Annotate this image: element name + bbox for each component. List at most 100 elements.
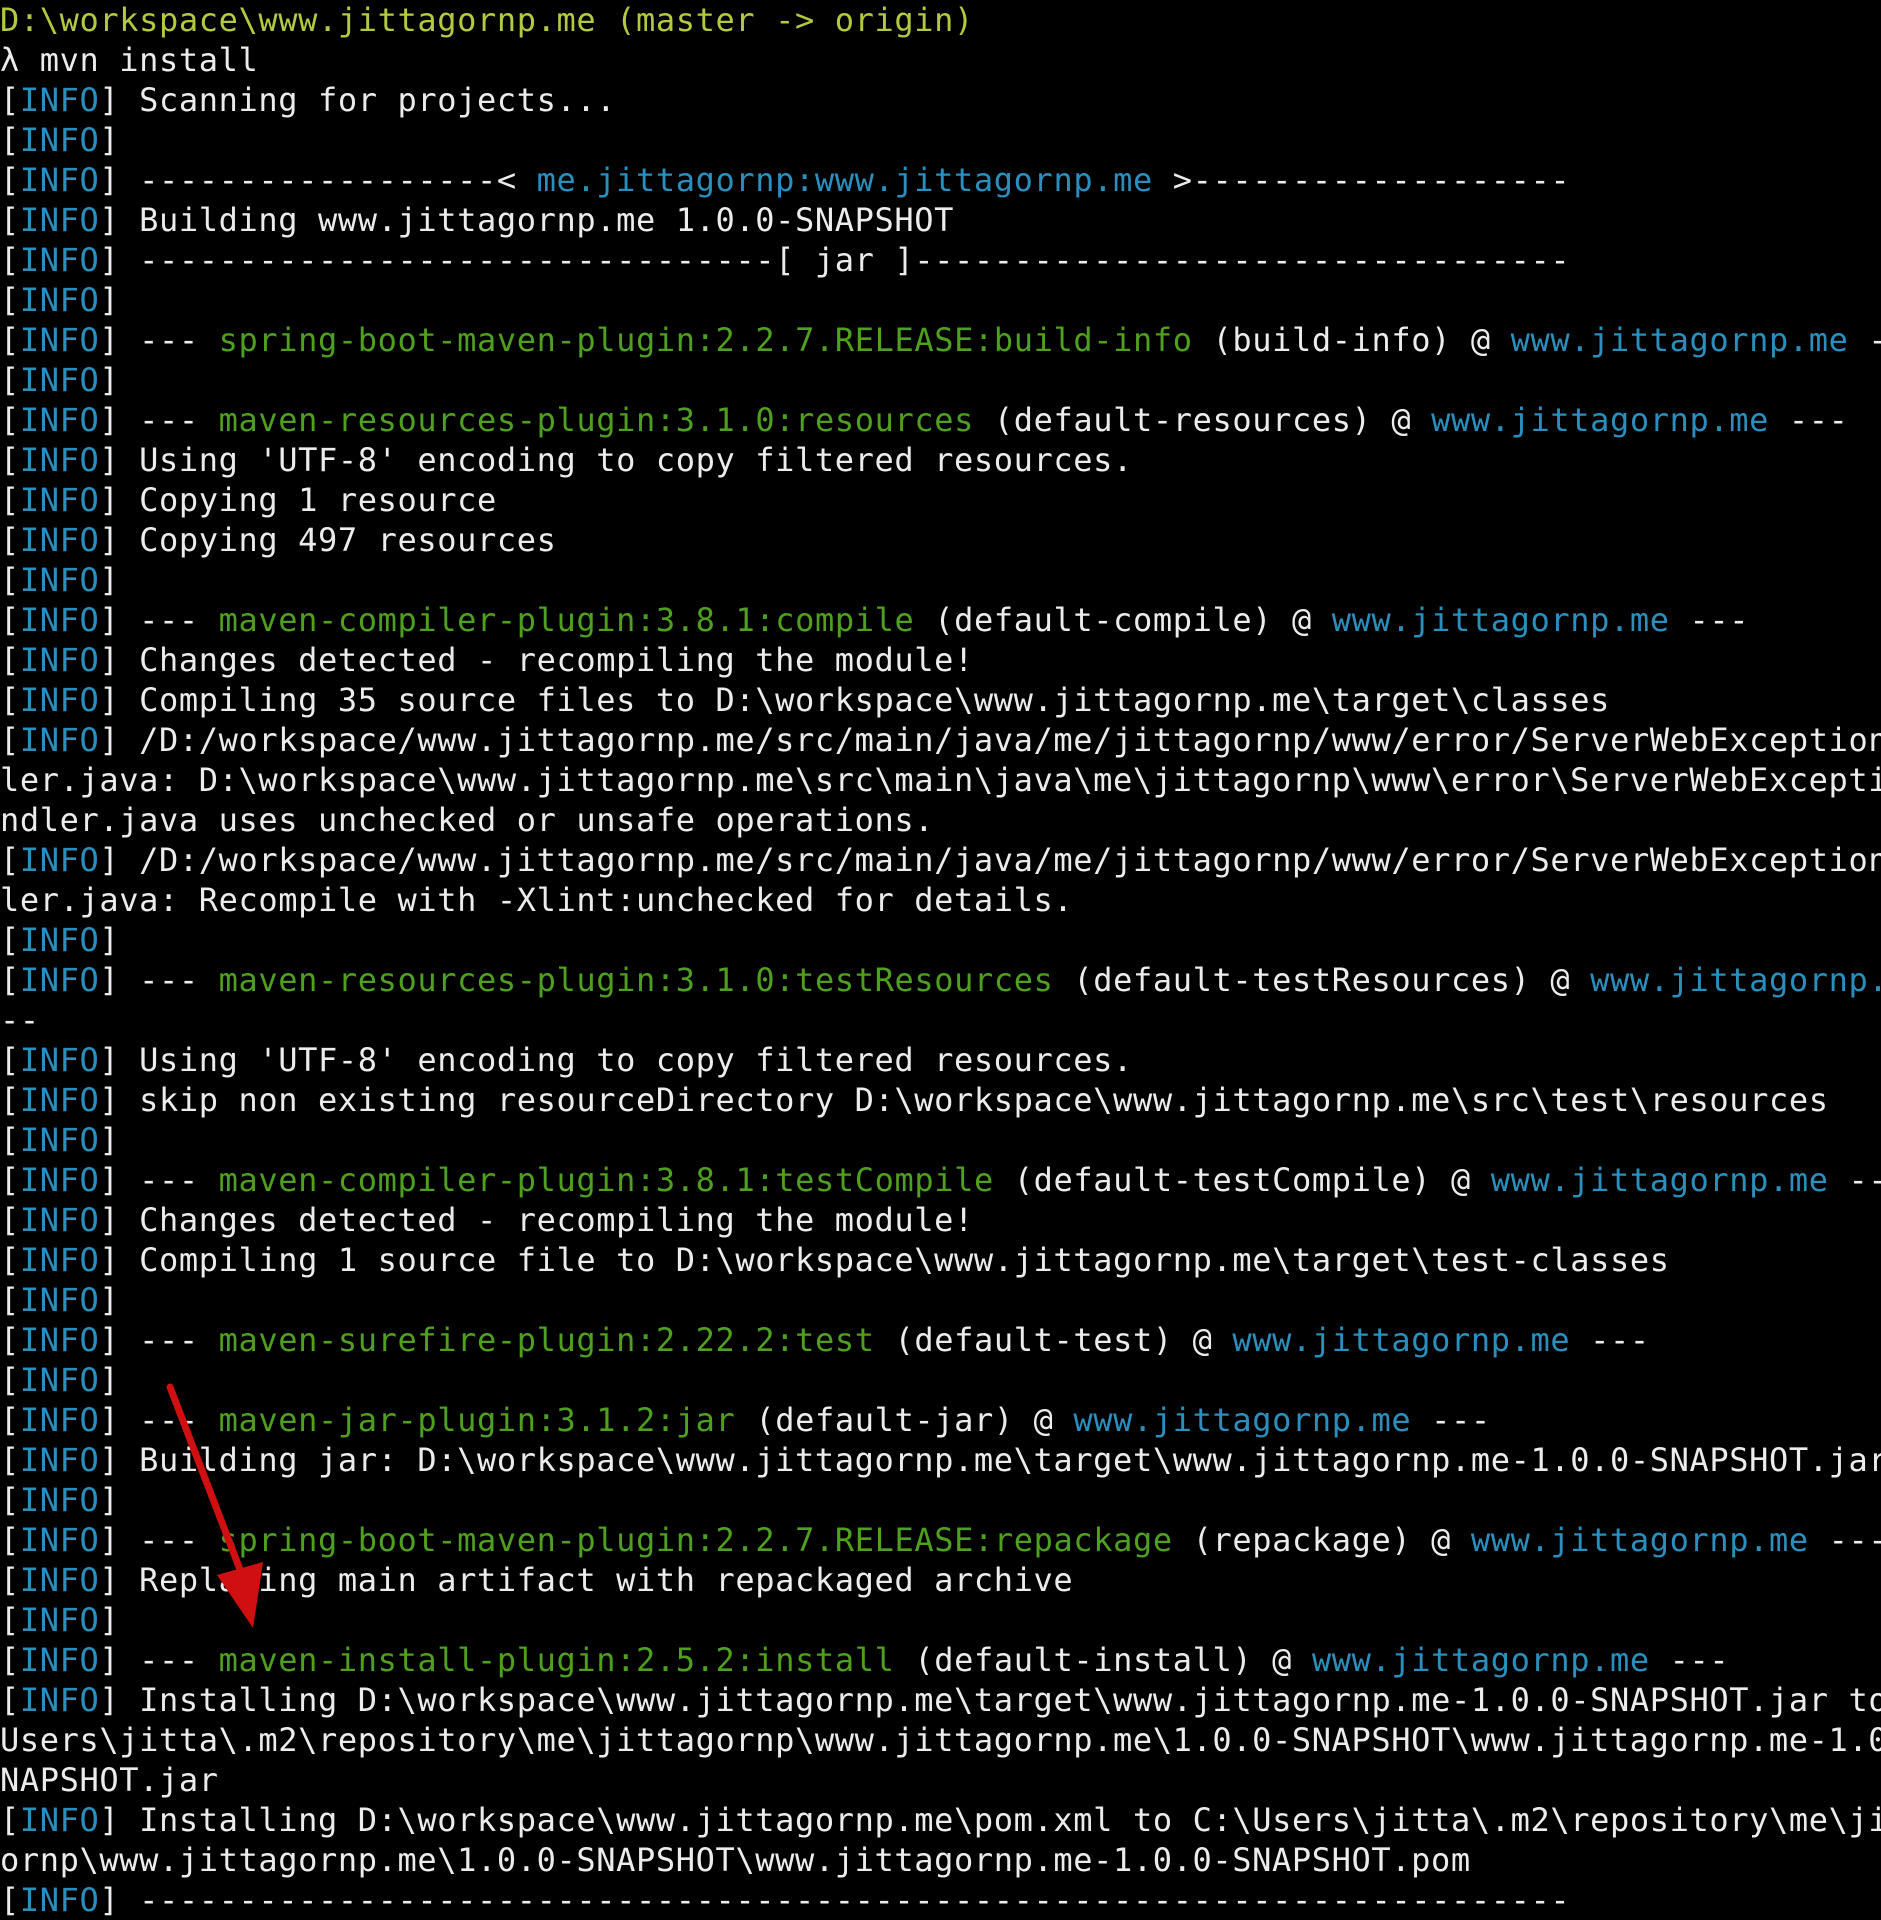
- output-text: [: [0, 401, 20, 439]
- log-level-tag: INFO: [19, 1801, 100, 1839]
- output-text: [: [0, 161, 20, 199]
- output-text: ]: [99, 1481, 120, 1519]
- terminal-line: [INFO] skip non existing resourceDirecto…: [0, 1080, 1881, 1120]
- output-text: ] ---: [99, 1521, 219, 1559]
- output-text: [: [0, 321, 20, 359]
- terminal-line: [INFO] Replacing main artifact with repa…: [0, 1560, 1881, 1600]
- log-level-tag: INFO: [19, 601, 100, 639]
- log-level-tag: INFO: [19, 281, 100, 319]
- terminal-line: [INFO]: [0, 1360, 1881, 1400]
- output-text: ] /D:/workspace/www.jittagornp.me/src/ma…: [99, 721, 1881, 759]
- terminal-output[interactable]: D:\workspace\www.jittagornp.me (master -…: [0, 0, 1881, 1920]
- log-level-tag: INFO: [19, 1361, 100, 1399]
- output-text: (default-resources) @: [973, 401, 1432, 439]
- log-level-tag: INFO: [19, 1121, 100, 1159]
- log-level-tag: INFO: [19, 1281, 100, 1319]
- terminal-line: [INFO] Copying 497 resources: [0, 520, 1881, 560]
- terminal-line: [INFO] Compiling 35 source files to D:\w…: [0, 680, 1881, 720]
- output-text: [: [0, 1161, 20, 1199]
- output-text: [: [0, 361, 20, 399]
- log-level-tag: INFO: [19, 1881, 100, 1919]
- output-text: ] Compiling 1 source file to D:\workspac…: [99, 1241, 1670, 1279]
- output-text: [: [0, 1081, 20, 1119]
- output-text: [: [0, 481, 20, 519]
- output-text: NAPSHOT.jar: [0, 1761, 219, 1799]
- output-text: ] Installing D:\workspace\www.jittagornp…: [99, 1681, 1881, 1719]
- terminal-line: [INFO] Installing D:\workspace\www.jitta…: [0, 1680, 1881, 1720]
- log-level-tag: INFO: [19, 921, 100, 959]
- output-text: ]: [99, 1121, 120, 1159]
- terminal-line: [INFO] ------------------< me.jittagornp…: [0, 160, 1881, 200]
- plugin-goal: maven-resources-plugin:3.1.0:testResourc…: [218, 961, 1054, 999]
- terminal-line: λ mvn install: [0, 40, 1881, 80]
- terminal-line: [INFO] Scanning for projects...: [0, 80, 1881, 120]
- output-text: [: [0, 1201, 20, 1239]
- output-text: --: [0, 1001, 40, 1039]
- terminal-line: [INFO]: [0, 920, 1881, 960]
- output-text: [: [0, 121, 20, 159]
- output-text: (repackage) @: [1172, 1521, 1471, 1559]
- output-text: [: [0, 1321, 20, 1359]
- output-text: ] /D:/workspace/www.jittagornp.me/src/ma…: [99, 841, 1881, 879]
- terminal-line: [INFO]: [0, 1600, 1881, 1640]
- artifact-id: me.jittagornp:www.jittagornp.me: [536, 161, 1153, 199]
- output-text: [: [0, 1401, 20, 1439]
- output-text: (default-test) @: [874, 1321, 1233, 1359]
- output-text: [: [0, 961, 20, 999]
- output-text: ] skip non existing resourceDirectory D:…: [99, 1081, 1829, 1119]
- log-level-tag: INFO: [19, 1041, 100, 1079]
- output-text: ] ---: [99, 1161, 219, 1199]
- terminal-line: [INFO] --- maven-resources-plugin:3.1.0:…: [0, 960, 1881, 1000]
- terminal-line: [INFO]: [0, 1280, 1881, 1320]
- log-level-tag: INFO: [19, 481, 100, 519]
- output-text: [: [0, 1361, 20, 1399]
- output-text: ---: [1570, 1321, 1650, 1359]
- plugin-goal: maven-compiler-plugin:3.8.1:testCompile: [218, 1161, 994, 1199]
- plugin-goal: maven-compiler-plugin:3.8.1:compile: [218, 601, 915, 639]
- artifact-id: www.jittagornp.me: [1331, 601, 1670, 639]
- output-text: [: [0, 561, 20, 599]
- output-text: ] Building jar: D:\workspace\www.jittago…: [99, 1441, 1881, 1479]
- log-level-tag: INFO: [19, 441, 100, 479]
- log-level-tag: INFO: [19, 361, 100, 399]
- terminal-line: Users\jitta\.m2\repository\me\jittagornp…: [0, 1720, 1881, 1760]
- output-text: ---: [1649, 1641, 1730, 1679]
- log-level-tag: INFO: [19, 241, 100, 279]
- terminal-line: [INFO]: [0, 280, 1881, 320]
- output-text: ] ---: [99, 601, 219, 639]
- output-text: ]: [99, 1601, 120, 1639]
- terminal-line: [INFO] Installing D:\workspace\www.jitta…: [0, 1800, 1881, 1840]
- output-text: [: [0, 521, 20, 559]
- log-level-tag: INFO: [19, 1161, 100, 1199]
- output-text: (build-info) @: [1192, 321, 1511, 359]
- output-text: [: [0, 201, 20, 239]
- log-level-tag: INFO: [19, 561, 100, 599]
- terminal-line: [INFO] --- maven-surefire-plugin:2.22.2:…: [0, 1320, 1881, 1360]
- output-text: ]: [99, 921, 120, 959]
- output-text: ] ---: [99, 401, 219, 439]
- output-text: ] Copying 1 resource: [99, 481, 497, 519]
- terminal-line: [INFO] Changes detected - recompiling th…: [0, 1200, 1881, 1240]
- output-text: [: [0, 1521, 20, 1559]
- prompt-path: D:\workspace\www.jittagornp.me (master -…: [0, 1, 974, 39]
- terminal-line: [INFO]: [0, 120, 1881, 160]
- output-text: ] ------------------<: [99, 161, 537, 199]
- output-text: >-------------------: [1152, 161, 1571, 199]
- artifact-id: www.jittagornp.me: [1311, 1641, 1650, 1679]
- output-text: ] Building www.jittagornp.me 1.0.0-SNAPS…: [99, 201, 955, 239]
- terminal-line: [INFO] --- maven-jar-plugin:3.1.2:jar (d…: [0, 1400, 1881, 1440]
- terminal-line: [INFO] --------------------------------[…: [0, 240, 1881, 280]
- output-text: [: [0, 1281, 20, 1319]
- log-level-tag: INFO: [19, 1481, 100, 1519]
- output-text: [: [0, 1481, 20, 1519]
- output-text: ] ---: [99, 961, 219, 999]
- terminal-line: [INFO] --- spring-boot-maven-plugin:2.2.…: [0, 1520, 1881, 1560]
- log-level-tag: INFO: [19, 1641, 100, 1679]
- terminal-line: ler.java: D:\workspace\www.jittagornp.me…: [0, 760, 1881, 800]
- log-level-tag: INFO: [19, 1241, 100, 1279]
- output-text: ] Using 'UTF-8' encoding to copy filtere…: [99, 441, 1133, 479]
- terminal-line: [INFO] Using 'UTF-8' encoding to copy fi…: [0, 440, 1881, 480]
- terminal-line: [INFO] Compiling 1 source file to D:\wor…: [0, 1240, 1881, 1280]
- terminal-line: ornp\www.jittagornp.me\1.0.0-SNAPSHOT\ww…: [0, 1840, 1881, 1880]
- output-text: ] ---: [99, 321, 219, 359]
